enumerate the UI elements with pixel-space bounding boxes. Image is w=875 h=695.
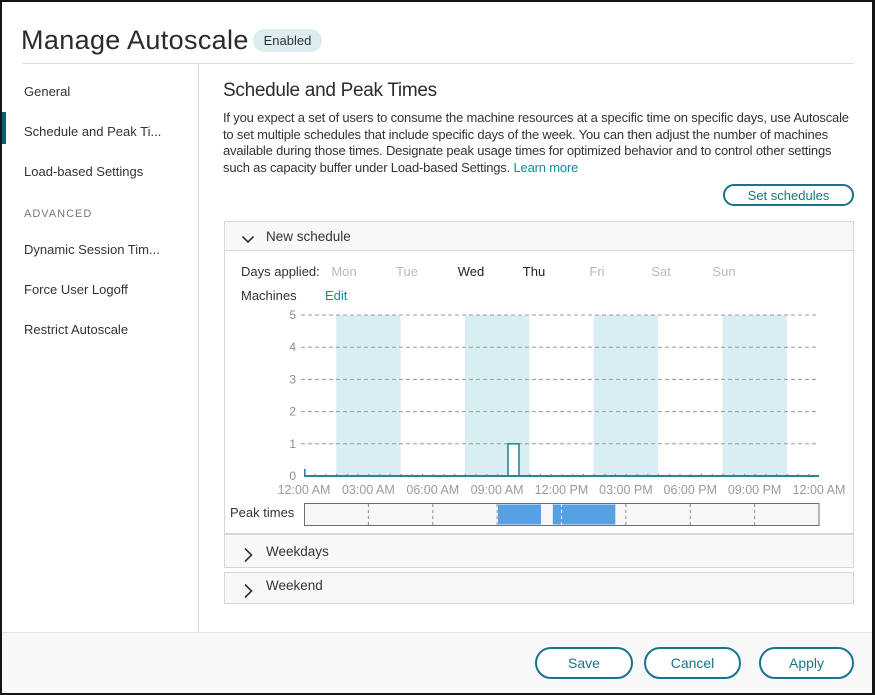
svg-text:3: 3 bbox=[289, 372, 296, 386]
svg-text:0: 0 bbox=[289, 469, 296, 483]
svg-text:5: 5 bbox=[289, 308, 296, 322]
svg-text:03:00 AM: 03:00 AM bbox=[342, 483, 395, 497]
svg-text:Peak times: Peak times bbox=[230, 505, 295, 520]
svg-text:06:00 AM: 06:00 AM bbox=[406, 483, 459, 497]
svg-text:12:00 PM: 12:00 PM bbox=[535, 483, 589, 497]
svg-text:2: 2 bbox=[289, 405, 296, 419]
svg-text:12:00 AM: 12:00 AM bbox=[278, 483, 331, 497]
svg-text:1: 1 bbox=[289, 437, 296, 451]
svg-text:09:00 AM: 09:00 AM bbox=[471, 483, 524, 497]
svg-text:4: 4 bbox=[289, 340, 296, 354]
svg-text:06:00 PM: 06:00 PM bbox=[664, 483, 718, 497]
svg-text:09:00 PM: 09:00 PM bbox=[728, 483, 782, 497]
svg-text:03:00 PM: 03:00 PM bbox=[599, 483, 653, 497]
svg-text:12:00 AM: 12:00 AM bbox=[793, 483, 846, 497]
